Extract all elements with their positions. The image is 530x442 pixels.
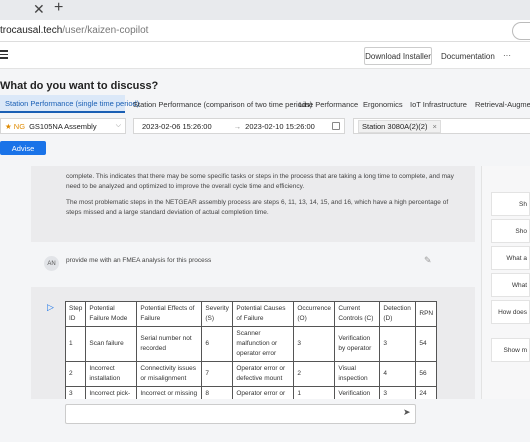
app-header: Download Installer Documentation ···	[0, 42, 530, 69]
table-cell: 56	[415, 361, 438, 387]
address-bar[interactable]: trocausal.tech/user/kaizen-copilot	[0, 20, 530, 42]
column-header: RPN	[415, 301, 438, 327]
column-header: Occurrence (O)	[293, 301, 336, 327]
table-cell: Connectivity issues or misalignment	[136, 361, 203, 387]
table-cell: 6	[201, 326, 234, 362]
documentation-link[interactable]: Documentation	[441, 52, 495, 61]
station-multiselect[interactable]: Station 3080A(2)(2) ×	[353, 118, 530, 134]
suggestion-card[interactable]: What a	[491, 246, 530, 270]
browser-side-field[interactable]	[512, 22, 530, 40]
tab-line-performance[interactable]: Line Performance	[294, 95, 358, 113]
calendar-icon[interactable]	[332, 122, 340, 130]
line-select-value: GS105NA Assembly	[29, 121, 97, 131]
table-cell: 3	[293, 326, 336, 362]
table-cell: Serial number not recorded	[136, 326, 203, 362]
arrow-right-icon: →	[233, 121, 242, 131]
browser-tab-strip: ✕ +	[0, 0, 530, 20]
station-chip-label: Station 3080A(2)(2)	[362, 121, 428, 131]
table-cell: Incorrect installation	[85, 361, 138, 387]
column-header: Potential Failure Mode	[85, 301, 138, 327]
table-cell: Visual inspection	[334, 361, 381, 387]
assistant-paragraph-2: The most problematic steps in the NETGEA…	[66, 199, 449, 216]
line-status-flag: ★ NG	[5, 121, 26, 131]
tab-iot-infrastructure[interactable]: IoT Infrastructure	[405, 95, 467, 113]
more-menu-icon[interactable]: ···	[503, 51, 511, 60]
menu-icon[interactable]	[0, 50, 8, 59]
column-header: Detection (D)	[379, 301, 417, 327]
new-tab-icon[interactable]: +	[54, 0, 63, 17]
assistant-message: complete. This indicates that there may …	[31, 166, 475, 242]
table-cell: 1	[64, 326, 87, 362]
table-header-row: Step ID Potential Failure Mode Potential…	[64, 301, 438, 327]
table-cell: Operator error or defective mount	[232, 361, 295, 387]
advise-button[interactable]: Advise	[0, 141, 46, 155]
column-header: Current Controls (C)	[334, 301, 381, 327]
date-range-picker[interactable]: 2023-02-06 15:26:00 → 2023-02-10 15:26:0…	[133, 118, 345, 134]
page-title: What do you want to discuss?	[0, 80, 159, 92]
table-cell: 54	[415, 326, 438, 362]
table-cell: Scanner malfunction or operator error	[232, 326, 295, 362]
url-path: /user/kaizen-copilot	[62, 25, 149, 36]
assistant-paragraph-1: complete. This indicates that there may …	[66, 173, 454, 190]
table-cell: Verification by operator	[334, 326, 381, 362]
tab-station-performance-comparison[interactable]: Station Performance (comparison of two t…	[128, 95, 312, 113]
table-row: 2 Incorrect installation Connectivity is…	[64, 361, 438, 387]
column-header: Potential Effects of Failure	[136, 301, 203, 327]
edit-icon[interactable]: ✎	[424, 255, 432, 266]
chevron-down-icon: ⌵	[115, 122, 121, 129]
table-cell: Scan failure	[85, 326, 138, 362]
table-cell: 4	[379, 361, 417, 387]
column-header: Step ID	[64, 301, 87, 327]
line-select[interactable]: ★ NG GS105NA Assembly ⌵	[0, 118, 126, 134]
topic-tabs: Station Performance (single time period)…	[0, 95, 530, 113]
suggestion-card[interactable]: How does	[491, 300, 530, 324]
table-row: 1 Scan failure Serial number not recorde…	[64, 326, 438, 362]
table-cell: 7	[201, 361, 234, 387]
download-installer-button[interactable]: Download Installer	[364, 47, 432, 65]
table-cell: 2	[293, 361, 336, 387]
table-cell: 3	[379, 326, 417, 362]
send-icon[interactable]: ➤	[403, 407, 411, 418]
close-tab-icon[interactable]: ✕	[33, 1, 45, 18]
url-text[interactable]: trocausal.tech/user/kaizen-copilot	[0, 25, 148, 36]
url-host: trocausal.tech	[0, 25, 63, 36]
column-header: Potential Causes of Failure	[232, 301, 295, 327]
suggestion-card[interactable]: Sh	[491, 192, 530, 216]
user-message-text: provide me with an FMEA analysis for thi…	[66, 257, 212, 264]
suggestion-card[interactable]: Sho	[491, 219, 530, 243]
chat-input[interactable]	[65, 404, 416, 424]
tab-retrieval-augmented[interactable]: Retrieval-Augmented	[470, 95, 530, 113]
chat-input-bar: ➤	[0, 399, 530, 442]
avatar: AN	[44, 256, 59, 271]
suggestion-card[interactable]: What	[491, 273, 530, 297]
chip-close-icon[interactable]: ×	[433, 122, 437, 131]
tab-station-performance-single[interactable]: Station Performance (single time period)	[0, 95, 139, 113]
column-header: Severity (S)	[201, 301, 234, 327]
table-cell: 2	[64, 361, 87, 387]
date-from[interactable]: 2023-02-06 15:26:00	[142, 122, 212, 131]
date-to[interactable]: 2023-02-10 15:26:00	[245, 122, 315, 131]
station-chip: Station 3080A(2)(2) ×	[358, 119, 441, 133]
assistant-play-icon: ▷	[47, 302, 54, 312]
tab-ergonomics[interactable]: Ergonomics	[358, 95, 403, 113]
suggestion-card[interactable]: Show m	[491, 338, 530, 362]
fmea-table: Step ID Potential Failure Mode Potential…	[64, 301, 438, 402]
